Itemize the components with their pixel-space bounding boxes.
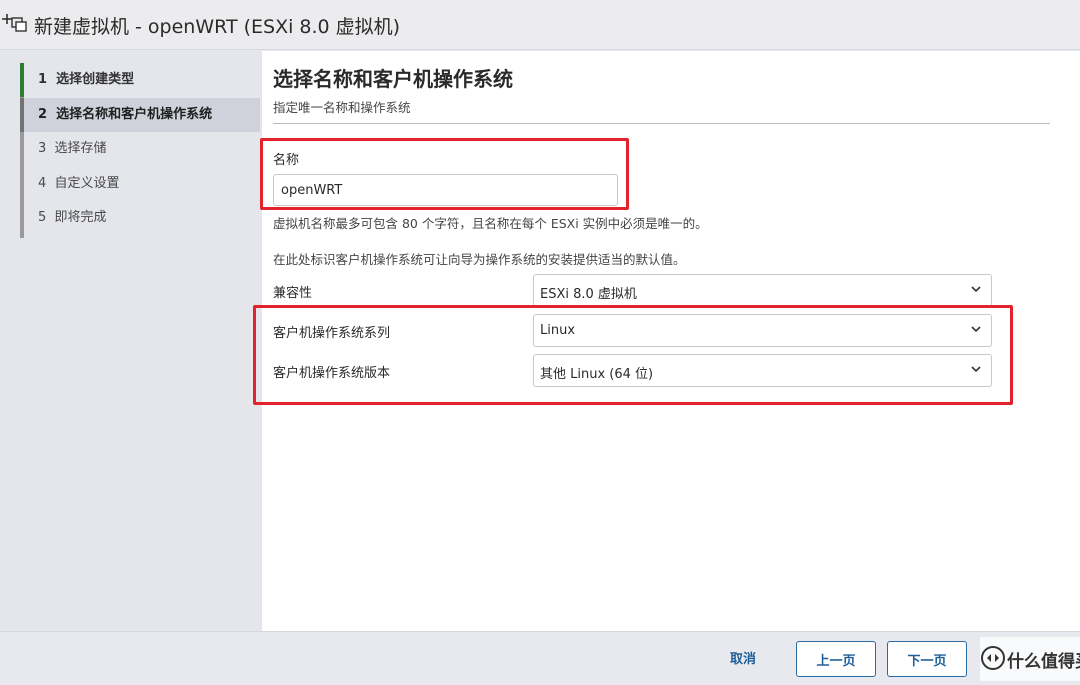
os-version-select[interactable]: 其他 Linux (64 位) xyxy=(533,354,992,387)
step-number: 1 xyxy=(38,72,48,87)
new-vm-icon xyxy=(2,14,27,32)
cancel-button[interactable]: 取消 xyxy=(712,642,774,672)
step-customize-settings[interactable]: 4 自定义设置 xyxy=(24,167,260,201)
os-version-value: 其他 Linux (64 位) xyxy=(540,367,654,382)
os-family-select[interactable]: Linux xyxy=(533,314,992,347)
next-button[interactable]: 下一页 xyxy=(887,641,967,677)
step-select-storage[interactable]: 3 选择存储 xyxy=(24,132,260,166)
os-version-label: 客户机操作系统版本 xyxy=(273,366,391,381)
step-label: 选择创建类型 xyxy=(56,72,135,87)
dialog-title: 新建虚拟机 - openWRT (ESXi 8.0 虚拟机) xyxy=(34,16,401,38)
dialog-titlebar: 新建虚拟机 - openWRT (ESXi 8.0 虚拟机) xyxy=(0,0,1080,50)
page-title: 选择名称和客户机操作系统 xyxy=(273,67,513,91)
compatibility-select[interactable]: ESXi 8.0 虚拟机 xyxy=(533,274,992,307)
os-family-value: Linux xyxy=(540,323,576,338)
step-label: 选择名称和客户机操作系统 xyxy=(56,107,213,122)
watermark: 什么值得买 xyxy=(980,637,1080,681)
vm-name-input[interactable] xyxy=(273,174,618,206)
compatibility-value: ESXi 8.0 虚拟机 xyxy=(540,287,637,302)
os-help-text: 在此处标识客户机操作系统可让向导为操作系统的安装提供适当的默认值。 xyxy=(273,252,686,267)
step-label: 自定义设置 xyxy=(54,176,120,191)
wizard-sidebar: 1 选择创建类型 2 选择名称和客户机操作系统 3 选择存储 4 自定义设置 5… xyxy=(0,51,262,631)
step-number: 4 xyxy=(38,176,47,191)
step-number: 5 xyxy=(38,210,47,225)
back-button[interactable]: 上一页 xyxy=(796,641,876,677)
wizard-content: 选择名称和客户机操作系统 指定唯一名称和操作系统 名称 虚拟机名称最多可包含 8… xyxy=(262,51,1080,631)
step-label: 选择存储 xyxy=(54,141,107,156)
name-label: 名称 xyxy=(273,153,300,168)
watermark-logo-icon xyxy=(981,646,1005,670)
name-help-text: 虚拟机名称最多可包含 80 个字符，且名称在每个 ESXi 实例中必须是唯一的。 xyxy=(273,216,708,231)
chevron-down-icon xyxy=(971,286,981,293)
compatibility-label: 兼容性 xyxy=(273,286,313,301)
step-number: 3 xyxy=(38,141,47,156)
step-number: 2 xyxy=(38,107,48,122)
watermark-text: 什么值得买 xyxy=(1007,652,1080,672)
chevron-down-icon xyxy=(971,326,981,333)
step-ready-to-complete[interactable]: 5 即将完成 xyxy=(24,201,260,235)
step-label: 即将完成 xyxy=(54,210,107,225)
page-subtitle: 指定唯一名称和操作系统 xyxy=(273,100,411,115)
wizard-footer: 取消 上一页 下一页 xyxy=(0,631,1080,685)
step-select-creation-type[interactable]: 1 选择创建类型 xyxy=(20,63,260,97)
step-select-name-and-os[interactable]: 2 选择名称和客户机操作系统 xyxy=(20,98,260,132)
os-family-label: 客户机操作系统系列 xyxy=(273,326,391,341)
wizard-steps: 1 选择创建类型 2 选择名称和客户机操作系统 3 选择存储 4 自定义设置 5… xyxy=(20,63,262,238)
chevron-down-icon xyxy=(971,366,981,373)
divider xyxy=(273,123,1050,124)
